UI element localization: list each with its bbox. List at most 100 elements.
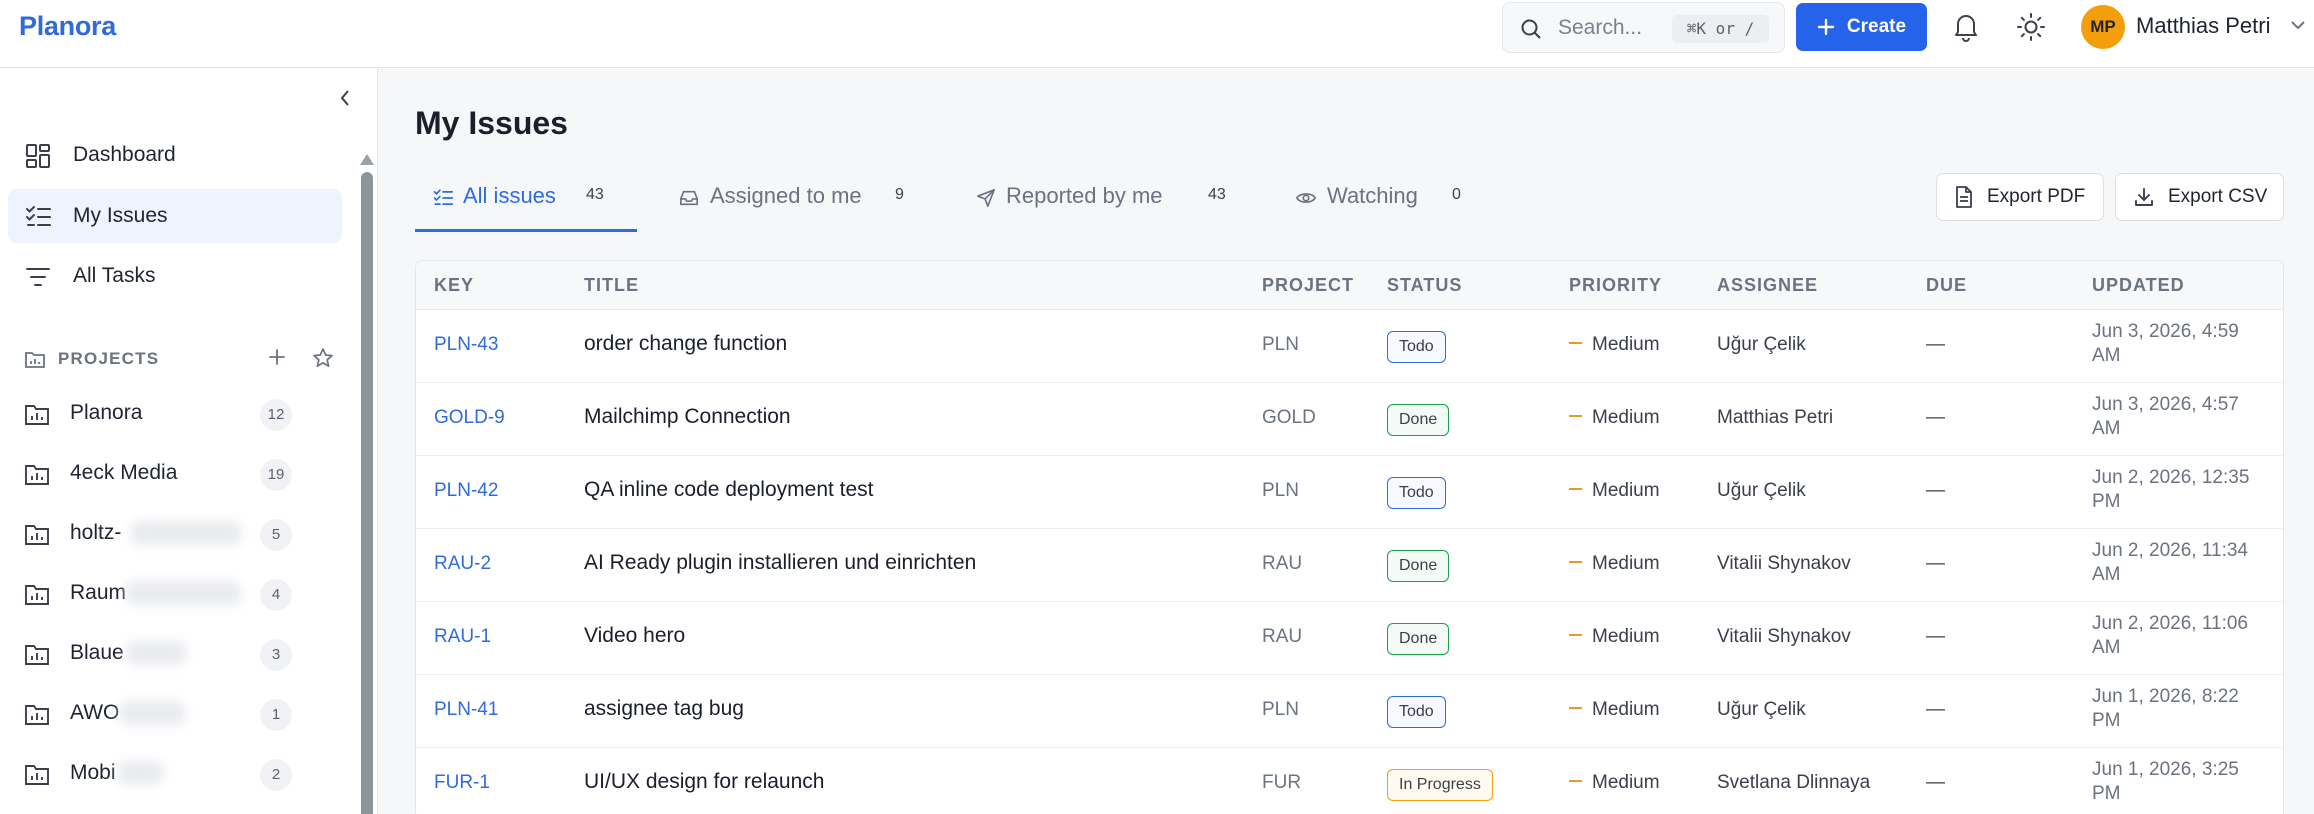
create-button-label: Create — [1846, 16, 1907, 37]
redacted-text — [126, 581, 241, 605]
issue-key-link[interactable]: PLN-43 — [434, 334, 498, 356]
search-input[interactable]: Search... ⌘K or / — [1502, 2, 1785, 53]
sidebar-project-item[interactable]: Planora 12 — [8, 389, 342, 437]
theme-toggle-sun-icon[interactable] — [2016, 12, 2046, 42]
issue-title[interactable]: AI Ready plugin installieren und einrich… — [584, 551, 976, 575]
brand-logo[interactable]: Planora — [19, 11, 116, 42]
sidebar-item-label: Dashboard — [73, 143, 176, 166]
issue-key-link[interactable]: PLN-42 — [434, 480, 498, 502]
priority-label: Medium — [1592, 772, 1660, 793]
scroll-up-arrow-icon[interactable] — [360, 154, 374, 165]
column-header-due[interactable]: DUE — [1926, 275, 1967, 296]
redacted-text — [118, 761, 163, 785]
issue-key-link[interactable]: RAU-2 — [434, 553, 491, 575]
tab-count: 43 — [1208, 186, 1226, 203]
due-date: — — [1926, 772, 1945, 793]
status-badge: Done — [1387, 550, 1450, 582]
issue-project: RAU — [1262, 553, 1303, 574]
tab-count: 9 — [895, 186, 904, 203]
column-header-project[interactable]: PROJECT — [1262, 275, 1354, 296]
assignee: Uğur Çelik — [1717, 334, 1806, 355]
issue-title[interactable]: QA inline code deployment test — [584, 478, 874, 502]
table-row[interactable]: GOLD-9 Mailchimp Connection GOLD Done Medium… — [416, 383, 2283, 456]
issue-title[interactable]: Mailchimp Connection — [584, 405, 791, 429]
sidebar-project-item[interactable]: Raum 4 — [8, 569, 342, 617]
sidebar-scrollbar[interactable] — [360, 154, 374, 814]
priority-medium-dash-icon — [1569, 488, 1582, 491]
issue-key-link[interactable]: RAU-1 — [434, 626, 491, 648]
issue-project: PLN — [1262, 480, 1299, 501]
issue-project: GOLD — [1262, 407, 1316, 428]
sidebar-project-item[interactable]: holtz- 5 — [8, 509, 342, 557]
issue-title[interactable]: UI/UX design for relaunch — [584, 770, 824, 794]
sidebar-item-my-issues[interactable]: My Issues — [8, 189, 342, 243]
sidebar-item-all-tasks[interactable]: All Tasks — [8, 249, 342, 303]
column-header-status[interactable]: STATUS — [1387, 275, 1462, 296]
sidebar-project-item[interactable]: 4eck Media 19 — [8, 449, 342, 497]
search-icon — [1521, 19, 1541, 39]
issue-project: RAU — [1262, 626, 1303, 647]
project-name: Raum — [70, 581, 127, 604]
tab-all-issues[interactable]: All issues 43 — [415, 166, 605, 232]
folder-chart-icon — [25, 465, 49, 485]
bell-icon[interactable] — [1952, 12, 1980, 42]
export-pdf-button[interactable]: Export PDF — [1936, 173, 2104, 221]
plus-icon — [1817, 18, 1835, 36]
issue-title[interactable]: order change function — [584, 332, 787, 356]
inbox-icon — [680, 190, 698, 206]
issue-key-link[interactable]: GOLD-9 — [434, 407, 505, 429]
priority-medium-dash-icon — [1569, 342, 1582, 345]
tab-assigned-to-me[interactable]: Assigned to me 9 — [679, 166, 919, 232]
table-row[interactable]: FUR-1 UI/UX design for relaunch FUR In Prog… — [416, 748, 2283, 814]
table-row[interactable]: PLN-41 assignee tag bug PLN Todo Medium Uğur … — [416, 675, 2283, 748]
collapse-sidebar-chevron-left-icon[interactable] — [338, 87, 352, 109]
chevron-down-icon[interactable] — [2290, 20, 2306, 30]
table-row[interactable]: RAU-1 Video hero RAU Done Medium Vitalii Shyn… — [416, 602, 2283, 675]
main-content: My Issues All issues 43 Assigned to me 9… — [378, 68, 2314, 814]
export-pdf-label: Export PDF — [1987, 186, 2086, 207]
table-row[interactable]: PLN-42 QA inline code deployment test PLN T… — [416, 456, 2283, 529]
updated-timestamp: Jun 1, 2026, 8:22 PM — [2092, 686, 2239, 731]
priority-label: Medium — [1592, 553, 1660, 574]
column-header-assignee[interactable]: ASSIGNEE — [1717, 275, 1818, 296]
column-header-key[interactable]: KEY — [434, 275, 474, 296]
project-issue-count: 12 — [260, 399, 292, 431]
avatar[interactable]: MP — [2081, 5, 2125, 49]
folder-chart-icon — [25, 765, 49, 785]
scroll-thumb[interactable] — [361, 172, 373, 814]
sidebar-project-item[interactable]: Blaue 3 — [8, 629, 342, 677]
assignee: Uğur Çelik — [1717, 480, 1806, 501]
project-name: holtz- — [70, 521, 122, 544]
column-header-updated[interactable]: UPDATED — [2092, 275, 2185, 296]
user-name[interactable]: Matthias Petri — [2136, 13, 2271, 39]
favorite-star-icon[interactable] — [312, 347, 334, 369]
issue-key-link[interactable]: PLN-41 — [434, 699, 498, 721]
sidebar-item-dashboard[interactable]: Dashboard — [8, 128, 342, 182]
updated-timestamp: Jun 2, 2026, 11:06 AM — [2092, 613, 2248, 658]
issue-title[interactable]: assignee tag bug — [584, 697, 744, 721]
issue-title[interactable]: Video hero — [584, 624, 685, 648]
folder-chart-icon — [25, 352, 45, 368]
tab-reported-by-me[interactable]: Reported by me 43 — [976, 166, 1246, 232]
tab-label: Assigned to me — [710, 183, 862, 208]
folder-chart-icon — [25, 705, 49, 725]
export-csv-button[interactable]: Export CSV — [2115, 173, 2284, 221]
table-row[interactable]: RAU-2 AI Ready plugin installieren und ei… — [416, 529, 2283, 602]
tab-watching[interactable]: Watching 0 — [1296, 166, 1486, 232]
sidebar-project-item[interactable]: AWO 1 — [8, 689, 342, 737]
updated-timestamp: Jun 3, 2026, 4:57 AM — [2092, 394, 2239, 439]
sidebar-project-item[interactable]: Mobi 2 — [8, 749, 342, 797]
project-name: Mobi — [70, 761, 116, 784]
due-date: — — [1926, 480, 1945, 501]
table-row[interactable]: PLN-43 order change function PLN Todo Medium… — [416, 310, 2283, 383]
priority: Medium — [1569, 772, 1660, 794]
projects-header: PROJECTS — [25, 345, 345, 375]
issue-key-link[interactable]: FUR-1 — [434, 772, 490, 794]
add-project-plus-icon[interactable] — [267, 347, 287, 367]
create-button[interactable]: Create — [1796, 3, 1927, 51]
column-header-priority[interactable]: PRIORITY — [1569, 275, 1662, 296]
column-header-title[interactable]: TITLE — [584, 275, 639, 296]
redacted-text — [131, 521, 241, 545]
project-issue-count: 2 — [260, 759, 292, 791]
priority-medium-dash-icon — [1569, 634, 1582, 637]
